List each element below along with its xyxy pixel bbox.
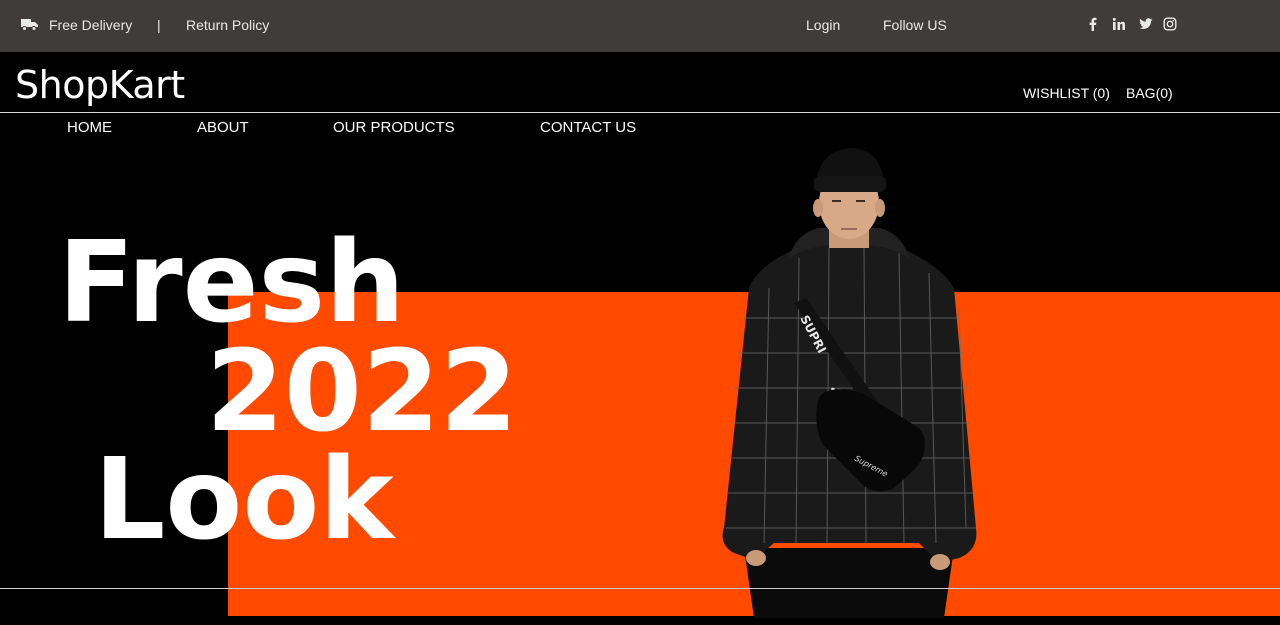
site-header: ShopKart WISHLIST (0) BAG(0) (0, 52, 1280, 112)
follow-us-label: Follow US (883, 17, 947, 33)
topbar-separator: | (157, 17, 161, 33)
linkedin-icon[interactable] (1112, 17, 1126, 31)
header-divider (0, 112, 1280, 113)
hero-headline-line-3: Look (94, 435, 394, 565)
nav-item-our-products[interactable]: OUR PRODUCTS (333, 119, 455, 136)
hero-headline-line-1: Fresh (58, 218, 405, 348)
nav-item-about[interactable]: ABOUT (197, 119, 249, 136)
wishlist-link[interactable]: WISHLIST (0) (1023, 85, 1110, 101)
facebook-icon[interactable] (1086, 17, 1100, 31)
twitter-icon[interactable] (1139, 17, 1153, 31)
return-policy-link[interactable]: Return Policy (186, 17, 269, 33)
nav-item-contact-us[interactable]: CONTACT US (540, 119, 636, 136)
hero-banner: SUPRI ME SUPREME Supreme Fresh 2022 Look (0, 113, 1280, 625)
instagram-icon[interactable] (1163, 17, 1177, 31)
login-link[interactable]: Login (806, 17, 840, 33)
hero-headline-line-2: 2022 (206, 327, 518, 457)
free-delivery-link[interactable]: Free Delivery (49, 17, 132, 33)
bag-link[interactable]: BAG(0) (1126, 85, 1173, 101)
nav-item-home[interactable]: HOME (67, 119, 112, 136)
site-logo[interactable]: ShopKart (15, 63, 185, 107)
truck-icon (21, 19, 38, 31)
model-in-black-jacket-photo: SUPRI ME SUPREME Supreme (722, 148, 977, 618)
top-bar: Free Delivery | Return Policy Login Foll… (0, 0, 1280, 52)
hero-bottom-divider (0, 588, 1280, 589)
